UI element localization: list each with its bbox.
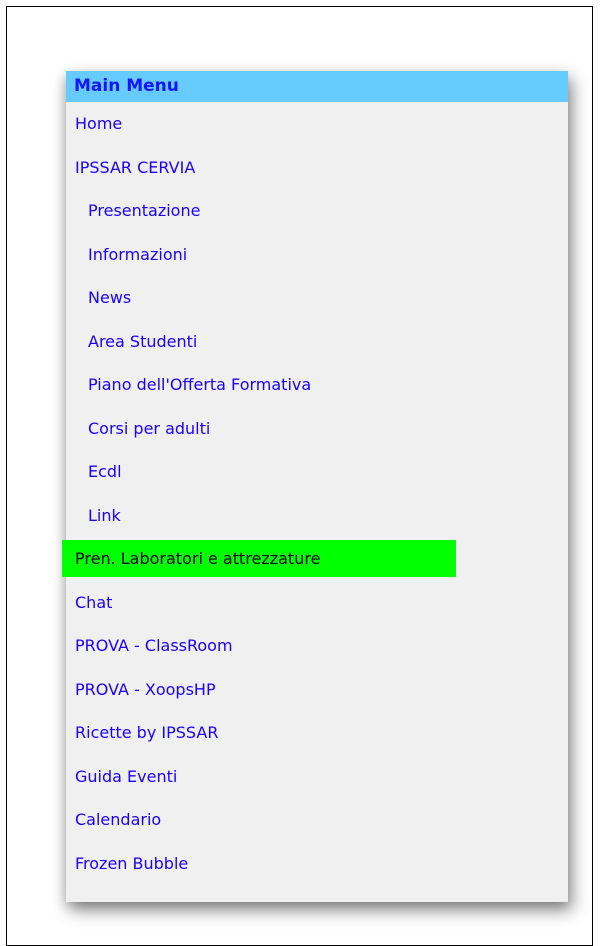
menu-item-guida-eventi[interactable]: Guida Eventi — [66, 755, 568, 799]
main-menu-block: Main Menu Home IPSSAR CERVIA Presentazio… — [62, 71, 568, 902]
menu-item-informazioni[interactable]: Informazioni — [66, 233, 568, 277]
menu-item-corsi-per-adulti[interactable]: Corsi per adulti — [66, 407, 568, 451]
menu-item-home[interactable]: Home — [66, 102, 568, 146]
menu-item-ipssar-cervia[interactable]: IPSSAR CERVIA — [66, 146, 568, 190]
menu-item-chat[interactable]: Chat — [66, 581, 568, 625]
menu-item-prova-classroom[interactable]: PROVA - ClassRoom — [66, 624, 568, 668]
menu-item-ecdl[interactable]: Ecdl — [66, 450, 568, 494]
menu-item-presentazione[interactable]: Presentazione — [66, 189, 568, 233]
menu-title: Main Menu — [66, 71, 568, 102]
menu-item-news[interactable]: News — [66, 276, 568, 320]
menu-item-frozen-bubble[interactable]: Frozen Bubble — [66, 842, 568, 886]
menu-item-prova-xoopshp[interactable]: PROVA - XoopsHP — [66, 668, 568, 712]
menu-item-calendario[interactable]: Calendario — [66, 798, 568, 842]
menu-item-piano-offerta-formativa[interactable]: Piano dell'Offerta Formativa — [66, 363, 568, 407]
menu-item-ricette-by-ipssar[interactable]: Ricette by IPSSAR — [66, 711, 568, 755]
menu-item-area-studenti[interactable]: Area Studenti — [66, 320, 568, 364]
page-frame: Main Menu Home IPSSAR CERVIA Presentazio… — [6, 6, 593, 946]
menu-item-link[interactable]: Link — [66, 494, 568, 538]
menu-item-pren-laboratori[interactable]: Pren. Laboratori e attrezzature — [62, 540, 456, 577]
menu-list: Home IPSSAR CERVIA Presentazione Informa… — [62, 102, 568, 886]
